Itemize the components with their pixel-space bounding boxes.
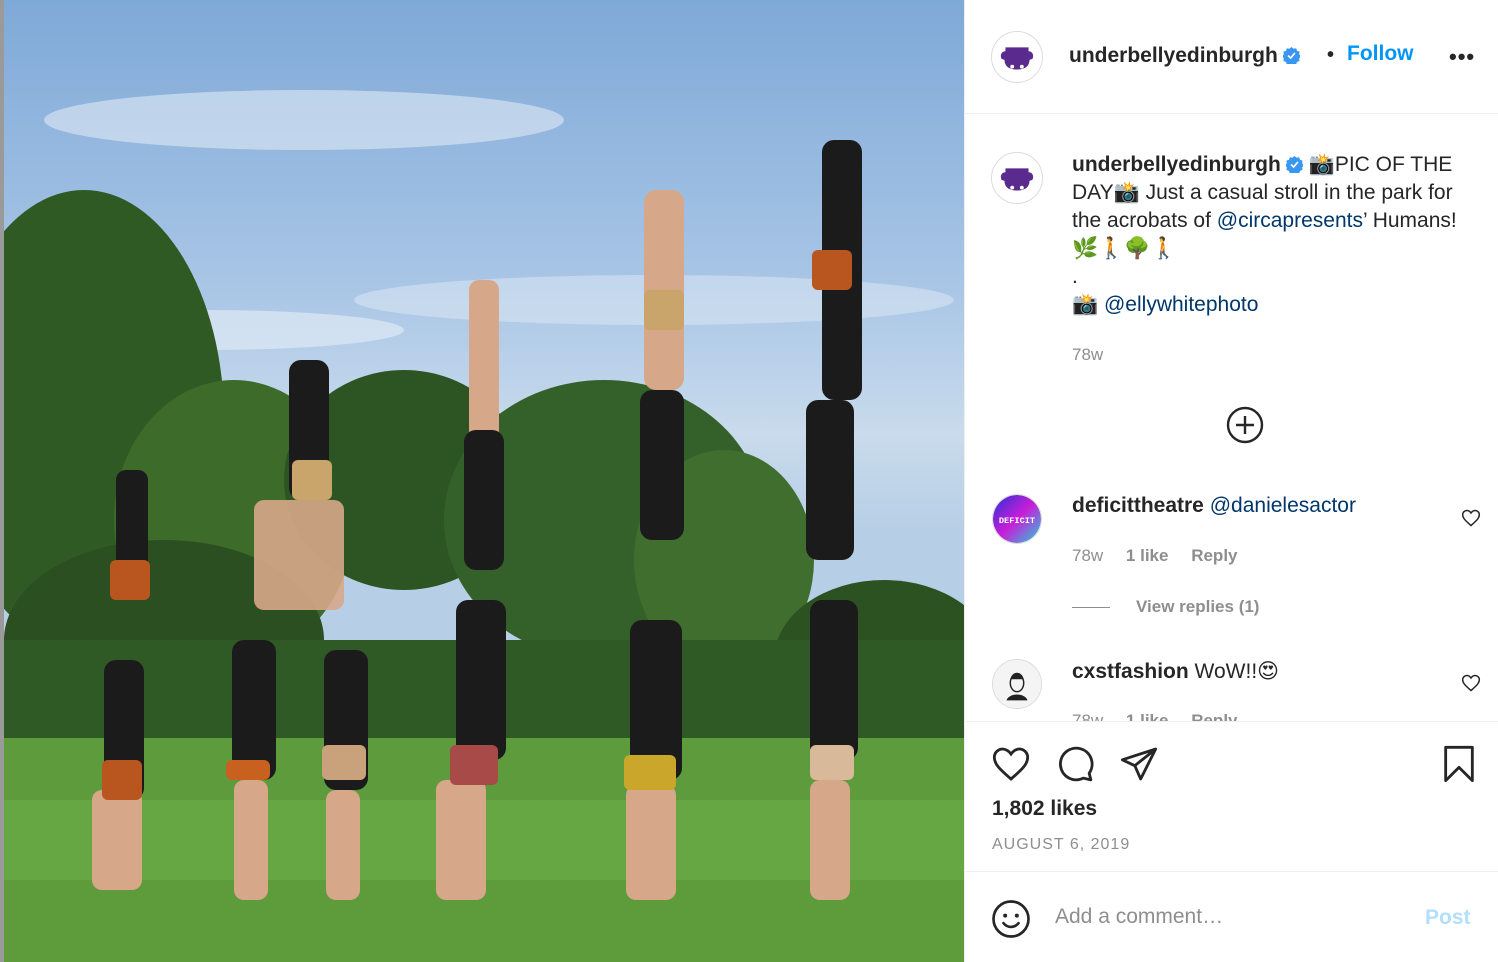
post-detail-panel: underbellyedinburgh • Follow ••• underbe… xyxy=(964,0,1498,962)
underbelly-cow-logo-icon xyxy=(992,32,1042,82)
comment-cxstfashion: cxstfashion WoW!!😍 xyxy=(1072,659,1442,684)
comments-scroll-area[interactable]: underbellyedinburgh 📸PIC OF THE DAY📸 Jus… xyxy=(965,115,1498,722)
view-replies-button[interactable]: View replies (1) xyxy=(1072,597,1259,617)
comment-deficittheatre: deficittheatre @danielesactor xyxy=(1072,494,1442,518)
comment-like-heart-icon[interactable] xyxy=(1461,673,1481,693)
comment-likes-count[interactable]: 1 like xyxy=(1126,711,1169,721)
save-bookmark-icon[interactable] xyxy=(1439,744,1479,784)
comment-likes-count[interactable]: 1 like xyxy=(1126,546,1169,565)
comment-avatar-cxstfashion[interactable] xyxy=(992,659,1042,709)
acrobats-photo-illustration xyxy=(4,90,964,962)
post-comment-button[interactable]: Post xyxy=(1425,906,1471,930)
comment-reply-button[interactable]: Reply xyxy=(1191,546,1237,565)
verified-badge-icon xyxy=(1285,156,1303,173)
caption-mention-ellywhitephoto[interactable]: @ellywhitephoto xyxy=(1104,293,1258,316)
comment-reply-button[interactable]: Reply xyxy=(1191,711,1237,721)
comment-bubble-icon[interactable] xyxy=(1055,744,1095,784)
post-caption: underbellyedinburgh 📸PIC OF THE DAY📸 Jus… xyxy=(1072,151,1482,319)
post-actions: 1,802 likes AUGUST 6, 2019 xyxy=(965,722,1498,872)
comment-meta: 78w 1 like Reply xyxy=(1072,711,1256,721)
post-header: underbellyedinburgh • Follow ••• xyxy=(965,0,1498,114)
comment-mention[interactable]: @danielesactor xyxy=(1210,494,1356,517)
caption-username[interactable]: underbellyedinburgh xyxy=(1072,153,1281,176)
separator-dot: • xyxy=(1327,44,1335,66)
comment-meta: 78w 1 like Reply xyxy=(1072,546,1256,566)
comment-input[interactable] xyxy=(1055,902,1395,932)
comment-time[interactable]: 78w xyxy=(1072,546,1103,565)
view-replies-label[interactable]: View replies (1) xyxy=(1136,597,1259,616)
caption-mention-circapresents[interactable]: @circapresents xyxy=(1217,209,1363,232)
emoji-smiley-icon[interactable] xyxy=(991,899,1031,939)
comment-time[interactable]: 78w xyxy=(1072,711,1103,721)
verified-badge-icon xyxy=(1282,47,1300,64)
like-heart-icon[interactable] xyxy=(991,744,1031,784)
user-avatar[interactable] xyxy=(991,31,1043,83)
deficit-theatre-logo-icon: DEFICIT xyxy=(993,495,1041,543)
post-date[interactable]: AUGUST 6, 2019 xyxy=(992,836,1130,854)
follow-button[interactable]: Follow xyxy=(1347,42,1414,66)
replies-divider-line xyxy=(1072,607,1110,609)
load-more-comments-icon[interactable] xyxy=(1225,405,1265,445)
post-photo[interactable] xyxy=(0,0,964,962)
camera-emoji: 📸 xyxy=(1072,293,1104,316)
cxst-fashion-logo-icon xyxy=(993,660,1041,708)
more-options-icon[interactable]: ••• xyxy=(1449,44,1475,70)
add-comment-bar: Post xyxy=(965,873,1498,962)
underbelly-cow-logo-icon xyxy=(992,153,1042,203)
comment-avatar-deficittheatre[interactable]: DEFICIT xyxy=(992,494,1042,544)
comment-username[interactable]: cxstfashion xyxy=(1072,660,1189,683)
svg-text:DEFICIT: DEFICIT xyxy=(999,516,1035,526)
post-author-username[interactable]: underbellyedinburgh xyxy=(1069,44,1278,67)
caption-timestamp[interactable]: 78w xyxy=(1072,345,1103,365)
share-paper-plane-icon[interactable] xyxy=(1119,744,1159,784)
comment-like-heart-icon[interactable] xyxy=(1461,508,1481,528)
comment-body: WoW!!😍 xyxy=(1188,660,1280,683)
caption-text-dot: . xyxy=(1072,265,1078,288)
likes-count[interactable]: 1,802 likes xyxy=(992,797,1097,821)
post-author-name[interactable]: underbellyedinburgh xyxy=(1069,44,1300,68)
caption-avatar[interactable] xyxy=(991,152,1043,204)
comment-username[interactable]: deficittheatre xyxy=(1072,494,1204,517)
